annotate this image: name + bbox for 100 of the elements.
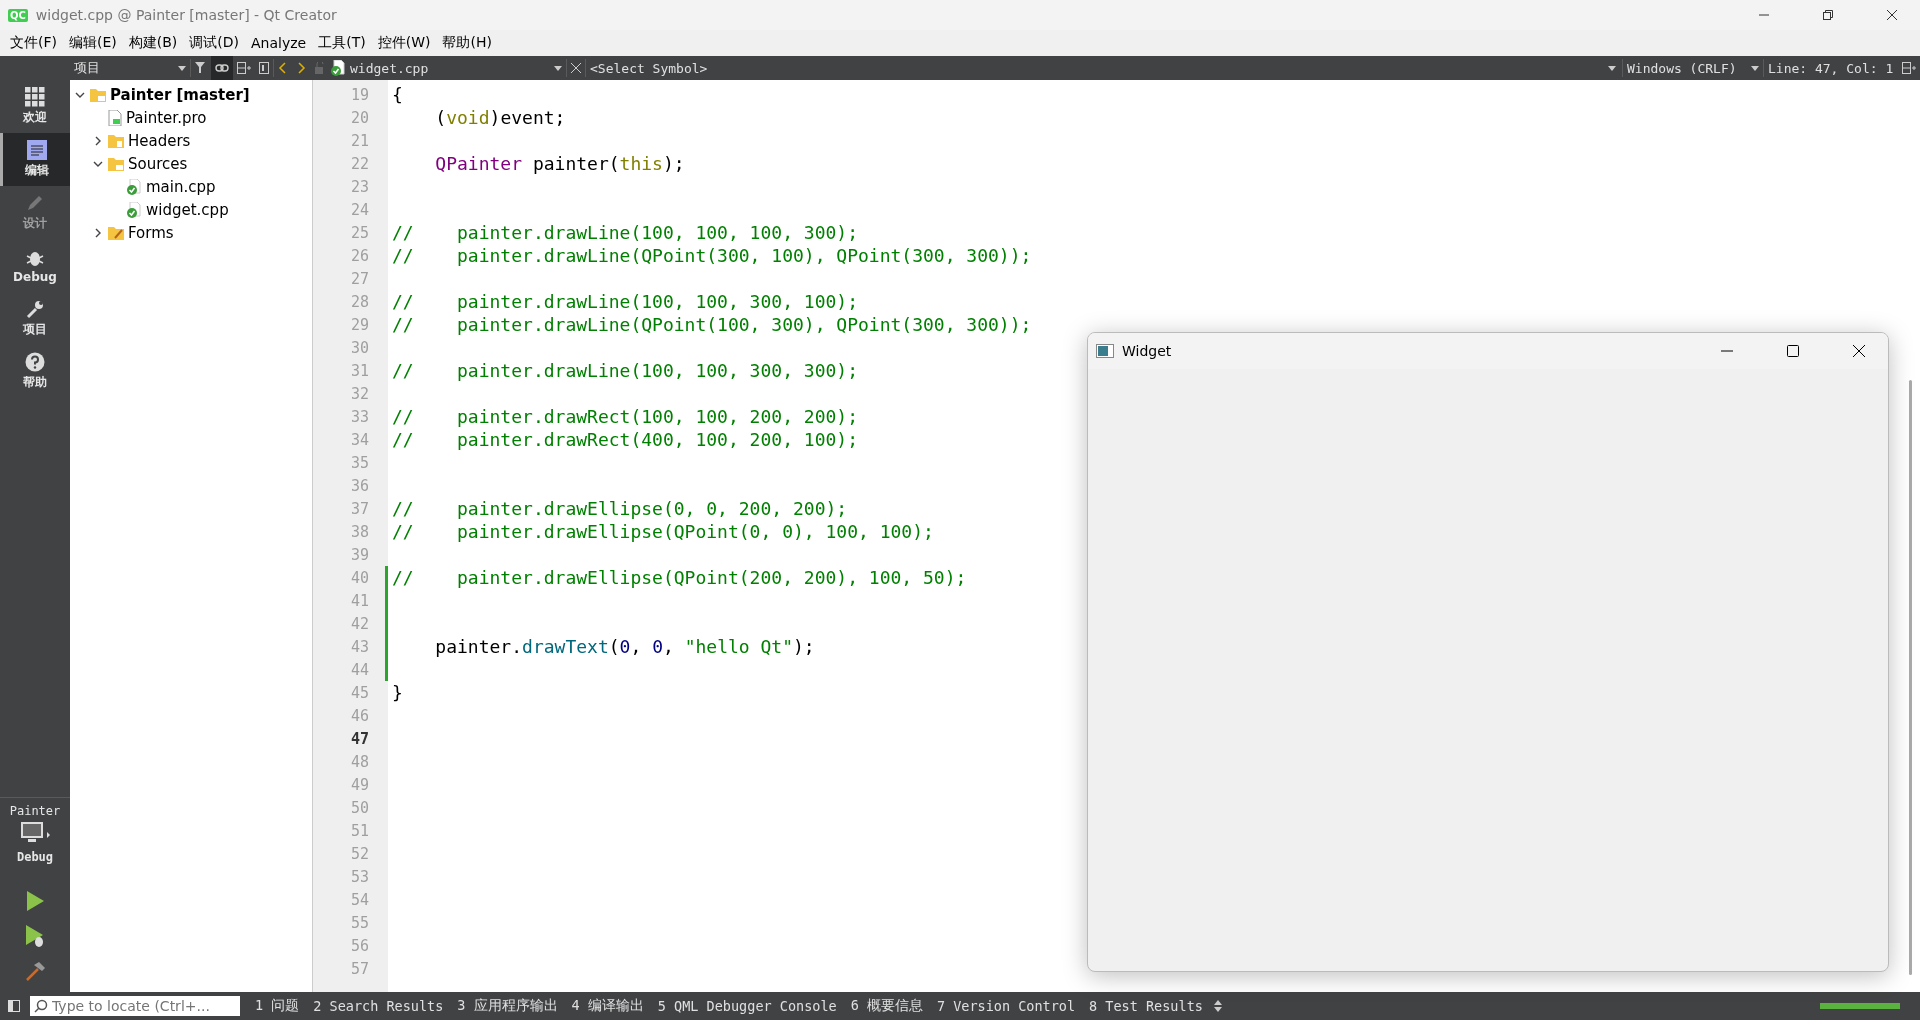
forward-icon[interactable] bbox=[296, 62, 306, 74]
up-down-arrows-icon[interactable] bbox=[1213, 1000, 1222, 1012]
mode-button[interactable]: Debug bbox=[0, 239, 70, 292]
app-logo: QC bbox=[8, 8, 28, 22]
help-icon bbox=[25, 352, 45, 372]
line-number: 48 bbox=[350, 752, 370, 771]
line-number: 44 bbox=[350, 660, 370, 679]
window-title: widget.cpp @ Painter [master] - Qt Creator bbox=[35, 7, 338, 23]
tree-item[interactable]: Sources bbox=[128, 154, 188, 173]
line-number: 42 bbox=[350, 614, 370, 633]
close-icon[interactable] bbox=[1853, 345, 1865, 357]
output-pane-tab[interactable]: 4 编译输出 bbox=[564, 997, 651, 1015]
tree-item[interactable]: main.cpp bbox=[146, 177, 216, 196]
output-pane-tab[interactable]: 5 QML Debugger Console bbox=[650, 998, 844, 1014]
line-number: 25 bbox=[350, 223, 370, 242]
menu-item[interactable]: 控件(W) bbox=[371, 34, 437, 52]
line-number: 31 bbox=[350, 361, 370, 380]
tree-item[interactable]: widget.cpp bbox=[146, 200, 229, 219]
run-icon[interactable] bbox=[25, 890, 45, 912]
sidebar-view-dropdown[interactable]: 项目 bbox=[70, 56, 190, 80]
menu-item[interactable]: 编辑(E) bbox=[63, 34, 123, 52]
line-number: 40 bbox=[350, 568, 370, 587]
locator-field[interactable]: Type to locate (Ctrl+... bbox=[30, 996, 240, 1016]
tree-item[interactable]: Painter.pro bbox=[126, 108, 207, 127]
window-icon bbox=[1096, 344, 1114, 358]
line-number: 29 bbox=[350, 315, 370, 334]
mode-button[interactable]: 项目 bbox=[0, 292, 70, 345]
filter-icon[interactable] bbox=[195, 62, 207, 74]
file-dropdown[interactable]: widget.cpp bbox=[346, 56, 566, 80]
line-number: 24 bbox=[350, 200, 370, 219]
code-line: (void)event; bbox=[434, 107, 566, 128]
code-line: // painter.drawEllipse(QPoint(0, 0), 100, 100); bbox=[392, 521, 934, 542]
grid-icon bbox=[25, 87, 45, 107]
folder-icon bbox=[108, 225, 124, 240]
code-line: // painter.drawLine(100, 100, 100, 300); bbox=[392, 222, 858, 243]
menu-item[interactable]: Analyze bbox=[245, 35, 313, 51]
close-icon[interactable] bbox=[1887, 10, 1897, 20]
menu-item[interactable]: 构建(B) bbox=[122, 34, 184, 52]
line-number: 50 bbox=[350, 798, 370, 817]
symbol-dropdown[interactable]: <Select Symbol> bbox=[586, 56, 1608, 80]
folder-icon bbox=[108, 156, 124, 171]
output-pane-tab[interactable]: 6 概要信息 bbox=[843, 997, 930, 1015]
debug-run-icon[interactable] bbox=[24, 924, 46, 948]
code-line: // painter.drawEllipse(0, 0, 200, 200); bbox=[392, 498, 848, 519]
split-icon[interactable] bbox=[237, 62, 251, 74]
output-pane-tab[interactable]: 8 Test Results bbox=[1082, 998, 1210, 1014]
menu-item[interactable]: 工具(T) bbox=[312, 34, 372, 52]
hammer-icon[interactable] bbox=[24, 960, 46, 982]
file-icon bbox=[126, 201, 142, 218]
dropdown-arrow-icon bbox=[1751, 65, 1759, 71]
line-number: 26 bbox=[350, 246, 370, 265]
toggle-sidebar-icon[interactable] bbox=[8, 1000, 20, 1012]
kit-project-label: Painter bbox=[9, 804, 61, 818]
close-sidebar-icon[interactable] bbox=[259, 62, 269, 74]
line-ending-dropdown[interactable]: Windows (CRLF) bbox=[1623, 56, 1763, 80]
tree-item[interactable]: Headers bbox=[128, 131, 191, 150]
link-icon[interactable] bbox=[215, 63, 229, 73]
line-number: 47 bbox=[350, 729, 370, 748]
tree-item[interactable]: Painter [master] bbox=[110, 85, 250, 104]
folder-icon bbox=[90, 87, 106, 102]
document-icon bbox=[26, 140, 47, 160]
line-number: 22 bbox=[350, 154, 370, 173]
code-line: // painter.drawLine(100, 100, 300, 100); bbox=[392, 291, 858, 312]
code-line: // painter.drawLine(QPoint(100, 300), QPoint(300, 300)); bbox=[392, 314, 1032, 335]
output-pane-tab[interactable]: 7 Version Control bbox=[929, 998, 1083, 1014]
line-number: 52 bbox=[350, 844, 370, 863]
menu-item[interactable]: 帮助(H) bbox=[436, 34, 498, 52]
kit-selector[interactable]: Debug bbox=[16, 822, 54, 864]
dropdown-arrow-icon bbox=[178, 65, 186, 71]
line-number: 51 bbox=[350, 821, 370, 840]
line-number: 54 bbox=[350, 890, 370, 909]
line-number: 27 bbox=[350, 269, 370, 288]
line-number: 41 bbox=[350, 591, 370, 610]
output-pane-tab[interactable]: 3 应用程序输出 bbox=[450, 997, 565, 1015]
split-icon[interactable] bbox=[1902, 62, 1916, 74]
maximize-icon[interactable] bbox=[1787, 345, 1799, 357]
tree-item[interactable]: Forms bbox=[128, 223, 174, 242]
mode-button[interactable]: 编辑 bbox=[0, 133, 70, 186]
menu-item[interactable]: 文件(F) bbox=[4, 34, 63, 52]
line-number: 55 bbox=[350, 913, 370, 932]
line-number: 37 bbox=[350, 499, 370, 518]
output-pane-tab[interactable]: 2 Search Results bbox=[306, 998, 451, 1014]
mode-button[interactable]: 帮助 bbox=[0, 345, 70, 398]
code-line: // painter.drawRect(400, 100, 200, 100); bbox=[392, 429, 858, 450]
scrollbar[interactable] bbox=[1909, 380, 1912, 975]
output-pane-tab[interactable]: 1 问题 bbox=[248, 997, 307, 1015]
line-number: 36 bbox=[350, 476, 370, 495]
restore-icon[interactable] bbox=[1823, 10, 1833, 20]
code-line: } bbox=[392, 682, 403, 703]
code-line: QPainter painter(this); bbox=[434, 153, 685, 174]
code-line: { bbox=[392, 84, 403, 105]
file-icon bbox=[108, 109, 122, 126]
menu-item[interactable]: 调试(D) bbox=[183, 34, 245, 52]
line-number: 21 bbox=[350, 131, 370, 150]
line-number: 45 bbox=[350, 683, 370, 702]
line-number: 20 bbox=[350, 108, 370, 127]
code-line: // painter.drawLine(100, 100, 300, 300); bbox=[392, 360, 858, 381]
line-number: 30 bbox=[350, 338, 370, 357]
back-icon[interactable] bbox=[278, 62, 288, 74]
mode-button[interactable]: 欢迎 bbox=[0, 80, 70, 133]
